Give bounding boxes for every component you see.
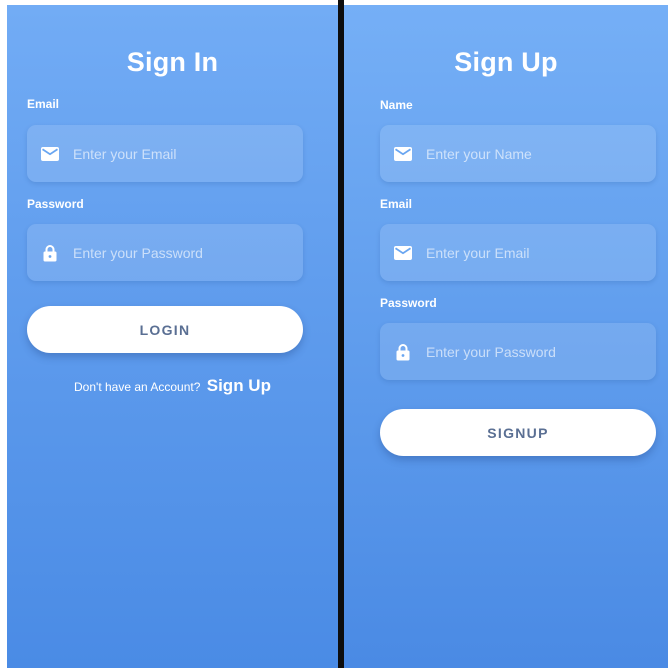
- email-field[interactable]: [380, 224, 656, 281]
- password-input[interactable]: [73, 244, 303, 261]
- sign-up-title: Sign Up: [454, 47, 558, 77]
- email-field[interactable]: [27, 125, 303, 182]
- signup-prompt-text: Don't have an Account?: [74, 380, 201, 394]
- name-label: Name: [380, 98, 413, 112]
- mail-icon: [394, 244, 412, 262]
- lock-icon: [394, 343, 412, 361]
- signup-link[interactable]: Sign Up: [207, 376, 271, 395]
- name-input[interactable]: [426, 145, 656, 162]
- signup-prompt: Don't have an Account? Sign Up: [7, 376, 338, 396]
- password-label: Password: [27, 197, 84, 211]
- login-button[interactable]: LOGIN: [27, 306, 303, 353]
- email-label: Email: [27, 97, 60, 111]
- password-field[interactable]: [380, 323, 656, 380]
- sign-up-screen: Sign Up Name Email Password: [344, 5, 668, 668]
- password-input[interactable]: [426, 343, 656, 360]
- lock-icon: [41, 244, 59, 262]
- email-input[interactable]: [426, 244, 656, 261]
- signup-button[interactable]: SIGNUP: [380, 409, 656, 456]
- email-input[interactable]: [73, 145, 303, 162]
- screenshot: Sign In Email Password LOGIN: [0, 0, 668, 668]
- mail-icon: [41, 145, 59, 163]
- password-label: Password: [380, 296, 437, 310]
- name-field[interactable]: [380, 125, 656, 182]
- sign-in-screen: Sign In Email Password LOGIN: [7, 5, 338, 668]
- password-field[interactable]: [27, 224, 303, 281]
- sign-in-title: Sign In: [126, 47, 219, 77]
- mail-icon: [394, 145, 412, 163]
- email-label: Email: [380, 197, 413, 211]
